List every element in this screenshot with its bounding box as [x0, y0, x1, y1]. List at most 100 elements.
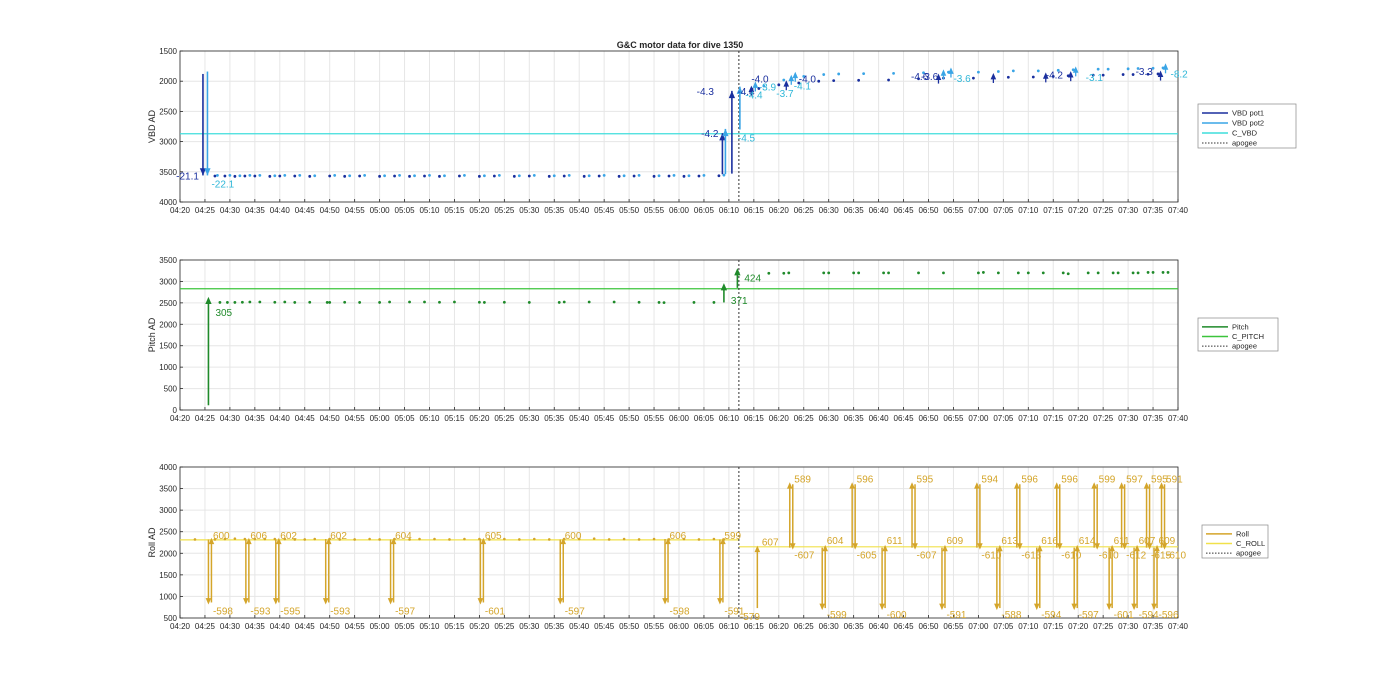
pitch-point: [587, 300, 591, 304]
x-tick-label: 07:10: [1018, 622, 1039, 631]
vbd-arrow-label: -4.5: [738, 134, 756, 145]
x-tick-label: 04:45: [295, 206, 316, 215]
vbd-pot1-point: [378, 174, 381, 178]
vbd-pot1-point: [832, 79, 836, 82]
roll-point: [592, 537, 596, 540]
x-tick-label: 04:40: [270, 206, 291, 215]
pitch-point: [787, 271, 791, 275]
roll-axes: 04:20 04:25 04:30 04:35 04:40 04:45 04:50 04:55…: [147, 463, 1269, 631]
x-tick-label: 06:05: [694, 622, 715, 631]
x-tick-label: 04:50: [320, 622, 341, 631]
roll-post-swing-high-label: 596: [1021, 474, 1038, 485]
x-tick-label: 04:50: [320, 414, 341, 423]
vbd-pot2-point: [637, 174, 641, 177]
roll-point: [463, 537, 466, 541]
vbd-pot1-point: [278, 174, 282, 178]
roll-post-swing-low-label: -600: [887, 610, 907, 621]
roll-post-swing-low-label: -607: [794, 551, 814, 562]
roll-swing-high-label: 604: [395, 531, 412, 542]
pitch-point: [612, 300, 616, 304]
y-tick-label: 500: [164, 614, 178, 623]
x-tick-label: 06:25: [794, 206, 815, 215]
x-tick-label: 07:05: [993, 414, 1014, 423]
x-tick-label: 05:35: [544, 622, 565, 631]
legend-entry: VBD pot2: [1232, 119, 1264, 128]
pitch-point: [233, 301, 237, 304]
vbd-annotation: -4.2: [1046, 70, 1064, 81]
x-tick-label: 04:45: [295, 414, 316, 423]
vbd-pot2-point: [862, 72, 866, 76]
x-tick-label: 05:00: [370, 622, 391, 631]
x-tick-label: 04:30: [220, 206, 241, 215]
roll-swing-high-label: 602: [330, 531, 347, 542]
roll-post-swing-low-label: -610: [1166, 551, 1186, 562]
x-tick-label: 05:25: [494, 622, 515, 631]
vbd-annotation: -3.6: [953, 74, 971, 85]
vbd-pot1-point: [682, 174, 686, 178]
legend-entry: C_VBD: [1232, 129, 1258, 138]
roll-point: [503, 537, 506, 541]
pitch-point: [240, 300, 244, 304]
x-tick-label: 05:40: [569, 622, 590, 631]
vbd-pot1-point: [253, 174, 257, 178]
vbd-pot1-point: [293, 174, 297, 178]
x-tick-label: 06:30: [819, 414, 840, 423]
legend-entry: apogee: [1236, 549, 1261, 558]
pitch-point: [438, 300, 441, 304]
vbd-annotation: -4.1: [794, 82, 812, 93]
roll-post-swing-low-label: -594: [1041, 610, 1061, 621]
vbd-pot1-point: [358, 174, 362, 178]
pitch-point: [1131, 271, 1135, 275]
x-tick-label: 05:55: [644, 414, 665, 423]
x-tick-label: 06:15: [744, 414, 765, 423]
vbd-pot1-point: [458, 174, 461, 178]
x-tick-label: 07:15: [1043, 622, 1064, 631]
vbd-pot2-point: [1106, 67, 1110, 71]
pitch-point: [1116, 271, 1120, 275]
vbd-pot2-point: [482, 174, 486, 178]
y-tick-label: 0: [173, 406, 178, 415]
vbd-annotation: -8.2: [1171, 70, 1189, 81]
roll-point: [193, 538, 197, 541]
x-tick-label: 05:55: [644, 206, 665, 215]
x-tick-label: 06:55: [943, 622, 964, 631]
x-tick-label: 05:15: [444, 414, 465, 423]
x-tick-label: 06:40: [869, 206, 890, 215]
pitch-point: [1151, 271, 1155, 274]
vbd-pot1-point: [972, 76, 975, 80]
pitch-point: [977, 271, 980, 275]
pitch-point: [1041, 271, 1045, 275]
roll-swing-high-label: 606: [250, 531, 267, 542]
roll-point: [547, 538, 551, 541]
y-tick-label: 3500: [159, 256, 177, 265]
x-tick-label: 06:25: [794, 622, 815, 631]
vbd-pot1-point: [697, 174, 701, 178]
vbd-pot2-point: [333, 174, 337, 177]
x-tick-label: 06:15: [744, 622, 765, 631]
pitch-point: [1166, 271, 1170, 274]
x-tick-label: 07:00: [968, 206, 989, 215]
x-tick-label: 04:40: [270, 414, 291, 423]
roll-point: [712, 537, 716, 541]
roll-post-swing-high-label: 597: [1126, 474, 1143, 485]
vbd-annotation: -3.9: [759, 82, 777, 93]
pitch-point: [273, 300, 277, 304]
x-tick-label: 04:45: [295, 622, 316, 631]
legend-entry: C_ROLL: [1236, 539, 1265, 548]
pitch-point: [293, 301, 297, 304]
vbd-pot1-point: [343, 174, 347, 178]
vbd-pot1-point: [328, 174, 332, 178]
roll-post-swing-high-label: 613: [1001, 536, 1018, 547]
x-tick-label: 06:45: [894, 622, 915, 631]
y-tick-label: 3500: [159, 485, 177, 494]
roll-post-swing-low-label: -596: [1159, 610, 1179, 621]
y-tick-label: 3000: [159, 138, 177, 147]
x-tick-label: 06:25: [794, 414, 815, 423]
x-tick-label: 07:30: [1118, 206, 1139, 215]
vbd-pot2-point: [622, 174, 626, 178]
vbd-axes: 04:20 04:25 04:30 04:35 04:40 04:45 04:50 04:55…: [147, 47, 1297, 215]
pitch-point: [453, 300, 456, 304]
vbd-pot1-point: [492, 174, 496, 178]
pitch-point: [502, 300, 506, 304]
vbd-annotation: -3.3: [1136, 67, 1154, 78]
